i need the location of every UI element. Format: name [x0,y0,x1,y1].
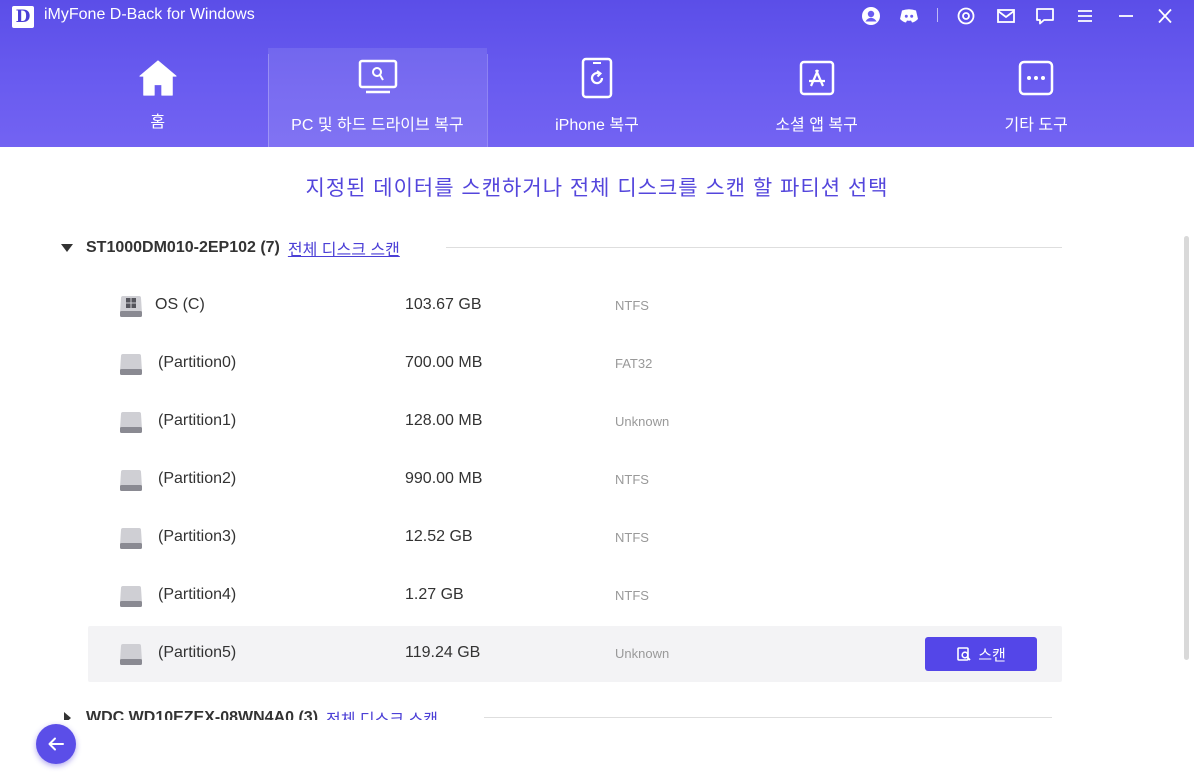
more-tools-icon [1016,58,1056,98]
main-nav: 홈 PC 및 하드 드라이브 복구 iPhone 복구 소셜 앱 복구 기타 도… [48,48,1146,147]
scan-button[interactable]: 스캔 [925,637,1037,671]
partition-size: 1.27 GB [405,586,464,603]
partition-name: (Partition4) [158,586,237,603]
partition-name: (Partition5) [158,644,237,661]
drive-icon [118,352,144,376]
partition-size: 103.67 GB [405,296,482,313]
partition-filesystem: FAT32 [615,356,653,371]
disk-name: ST1000DM010-2EP102 (7) [86,239,280,256]
app-logo: D [12,6,34,28]
partition-name: (Partition1) [158,412,237,429]
tab-label: 기타 도구 [1004,117,1068,134]
disk-name: WDC WD10EZEX-08WN4A0 (3) [86,709,319,720]
partition-filesystem: NTFS [615,530,649,545]
tab-pc-recovery[interactable]: PC 및 하드 드라이브 복구 [267,48,489,147]
minimize-icon[interactable] [1115,6,1137,26]
disk-header: ST1000DM010-2EP102 (7) 전체 디스크 스캔 [60,236,400,260]
partition-row[interactable]: (Partition4) 1.27 GB NTFS [88,568,1062,624]
partition-name: (Partition0) [158,354,237,371]
partition-size: 700.00 MB [405,354,483,371]
disk-header-clipped: WDC WD10EZEX-08WN4A0 (3) 전체 디스크 스캔 [60,706,1060,720]
partition-filesystem: NTFS [615,298,649,313]
partition-name: OS (C) [155,296,205,313]
scan-button-label: 스캔 [978,646,1006,664]
tab-iphone-recovery[interactable]: iPhone 복구 [487,48,707,147]
pc-recovery-icon [358,58,398,98]
drive-icon [118,642,144,666]
tab-label: PC 및 하드 드라이브 복구 [291,117,464,134]
partition-row[interactable]: (Partition0) 700.00 MB FAT32 [88,336,1062,392]
partition-row-selected[interactable]: (Partition5) 119.24 GB Unknown 스캔 [88,626,1062,682]
scan-entire-disk-link[interactable]: 전체 디스크 스캔 [288,236,400,260]
partition-size: 119.24 GB [405,644,481,661]
windows-drive-icon [118,294,144,318]
partition-filesystem: NTFS [615,588,649,603]
drive-icon [118,410,144,434]
caret-down-icon[interactable] [60,241,74,255]
tab-label: 소셜 앱 복구 [775,117,858,134]
tab-more-tools[interactable]: 기타 도구 [926,48,1146,147]
partition-filesystem: NTFS [615,472,649,487]
partition-size: 990.00 MB [405,470,483,487]
tab-home[interactable]: 홈 [48,48,269,147]
disk-divider [446,247,1062,248]
account-icon[interactable] [860,6,882,26]
app-title: iMyFone D-Back for Windows [44,6,255,23]
tab-label: iPhone 복구 [555,117,639,134]
partition-size: 12.52 GB [405,528,473,545]
discord-icon[interactable] [898,6,920,26]
title-bar: D iMyFone D-Back for Windows [0,0,1194,32]
titlebar-separator [937,8,938,22]
partition-name: (Partition3) [158,528,237,545]
caret-right-icon[interactable] [60,711,74,720]
mail-icon[interactable] [995,6,1017,26]
feedback-icon[interactable] [1034,6,1056,26]
app-store-icon [797,58,837,98]
drive-icon [118,584,144,608]
partition-row[interactable]: (Partition1) 128.00 MB Unknown [88,394,1062,450]
arrow-left-icon [48,737,64,751]
tab-label: 홈 [150,114,166,131]
vertical-scrollbar[interactable] [1184,236,1189,660]
partition-filesystem: Unknown [615,646,670,661]
app-header: D iMyFone D-Back for Windows 홈 PC 및 하드 드… [0,0,1194,147]
back-button[interactable] [36,724,76,764]
scan-entire-disk-link[interactable]: 전체 디스크 스캔 [326,706,438,720]
partition-name: (Partition2) [158,470,237,487]
menu-icon[interactable] [1074,6,1096,26]
drive-icon [118,468,144,492]
drive-icon [118,526,144,550]
partition-size: 128.00 MB [405,412,483,429]
partition-row[interactable]: OS (C) 103.67 GB NTFS [88,278,1062,334]
disk-divider [484,717,1052,718]
page-instruction: 지정된 데이터를 스캔하거나 전체 디스크를 스캔 할 파티션 선택 [305,177,889,200]
partition-filesystem: Unknown [615,414,670,429]
partition-row[interactable]: (Partition2) 990.00 MB NTFS [88,452,1062,508]
iphone-icon [577,57,617,99]
close-icon[interactable] [1154,6,1176,26]
settings-icon[interactable] [955,6,977,26]
partition-row[interactable]: (Partition3) 12.52 GB NTFS [88,510,1062,566]
tab-social-app-recovery[interactable]: 소셜 앱 복구 [707,48,927,147]
scan-icon [957,647,971,661]
home-icon [138,58,178,98]
